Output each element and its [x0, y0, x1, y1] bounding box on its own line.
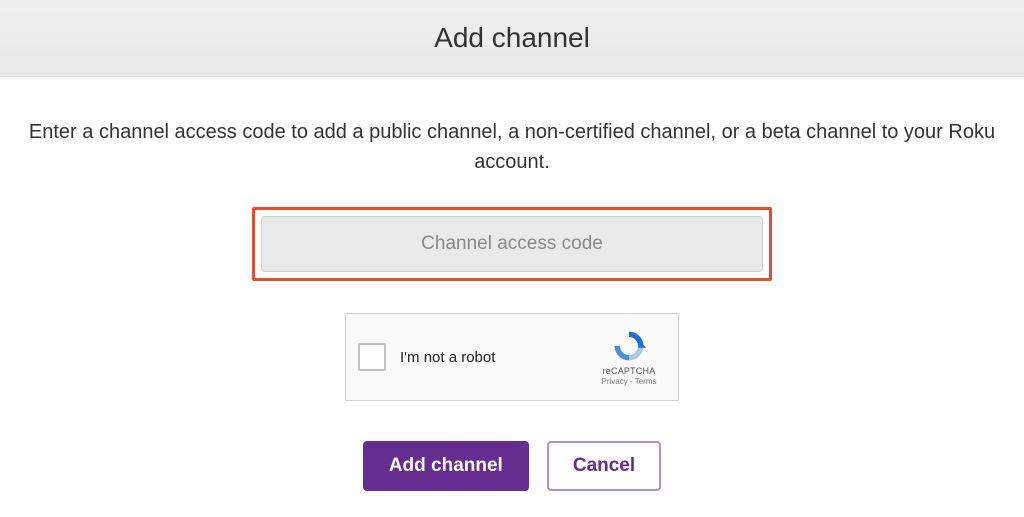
- button-row: Add channel Cancel: [0, 441, 1024, 491]
- recaptcha-icon: [611, 328, 647, 364]
- cancel-button[interactable]: Cancel: [547, 441, 661, 491]
- recaptcha-checkbox[interactable]: [358, 343, 386, 371]
- recaptcha-label: I'm not a robot: [400, 349, 592, 366]
- recaptcha-links[interactable]: Privacy - Terms: [592, 377, 666, 386]
- add-channel-button[interactable]: Add channel: [363, 441, 529, 491]
- instruction-text: Enter a channel access code to add a pub…: [0, 77, 1024, 207]
- recaptcha-widget: I'm not a robot reCAPTCHA Privacy - Term…: [345, 313, 679, 401]
- code-input-highlight: [252, 207, 772, 281]
- recaptcha-branding: reCAPTCHA Privacy - Terms: [592, 328, 666, 386]
- page-title: Add channel: [0, 22, 1024, 54]
- page-header: Add channel: [0, 0, 1024, 77]
- channel-code-input[interactable]: [261, 216, 763, 272]
- recaptcha-brand-text: reCAPTCHA: [592, 366, 666, 376]
